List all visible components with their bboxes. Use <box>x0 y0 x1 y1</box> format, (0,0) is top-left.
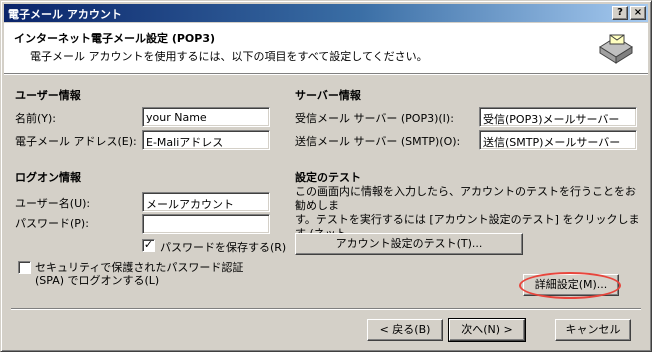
window-title: 電子メール アカウント <box>8 8 122 21</box>
incoming-server-field[interactable]: 受信(POP3)メールサーバー <box>479 107 637 127</box>
incoming-server-label: 受信メール サーバー (POP3)(I): <box>295 112 454 125</box>
header-divider <box>4 73 648 75</box>
next-button[interactable]: 次へ(N) > <box>448 318 526 342</box>
cancel-button[interactable]: キャンセル <box>555 319 631 341</box>
test-description-line1: この画面内に情報を入力したら、アカウントのテストを行うことをお勧めしま <box>295 185 636 212</box>
email-field[interactable]: E-Maliアドレス <box>142 130 270 150</box>
email-account-dialog: 電子メール アカウント ? × インターネット電子メール設定 (POP3) 電子… <box>0 0 652 352</box>
name-field[interactable]: your Name <box>142 107 270 127</box>
username-label: ユーザー名(U): <box>15 197 91 210</box>
mail-server-icon <box>599 34 633 64</box>
advanced-settings-button[interactable]: 詳細設定(M)... <box>523 274 619 296</box>
spa-label-line2: (SPA) でログオンする(L) <box>35 274 160 287</box>
test-settings-title: 設定のテスト <box>295 171 361 184</box>
close-button[interactable]: × <box>630 6 646 20</box>
password-label: パスワード(P): <box>15 217 89 230</box>
logon-info-title: ログオン情報 <box>15 171 81 184</box>
outgoing-server-label: 送信メール サーバー (SMTP)(O): <box>295 135 461 148</box>
test-account-settings-button[interactable]: アカウント設定のテスト(T)... <box>295 233 523 255</box>
outgoing-server-field[interactable]: 送信(SMTP)メールサーバー <box>479 130 637 150</box>
email-label: 電子メール アドレス(E): <box>15 135 137 148</box>
name-label: 名前(Y): <box>15 112 57 125</box>
username-field[interactable]: メールアカウント <box>142 192 270 212</box>
footer-divider <box>11 308 641 310</box>
spa-checkbox[interactable] <box>18 261 31 274</box>
server-info-title: サーバー情報 <box>295 89 361 102</box>
header-panel: インターネット電子メール設定 (POP3) 電子メール アカウントを使用するには… <box>4 23 648 73</box>
back-button[interactable]: < 戻る(B) <box>367 319 443 341</box>
page-subtitle: 電子メール アカウントを使用するには、以下の項目をすべて設定してください。 <box>30 50 428 63</box>
password-field[interactable] <box>142 214 270 234</box>
save-password-checkbox[interactable]: ✓ <box>142 239 155 252</box>
help-button[interactable]: ? <box>612 6 628 20</box>
page-title: インターネット電子メール設定 (POP3) <box>14 32 216 45</box>
title-bar: 電子メール アカウント ? × <box>4 4 648 22</box>
save-password-label: パスワードを保存する(R) <box>160 241 287 254</box>
user-info-title: ユーザー情報 <box>15 89 81 102</box>
